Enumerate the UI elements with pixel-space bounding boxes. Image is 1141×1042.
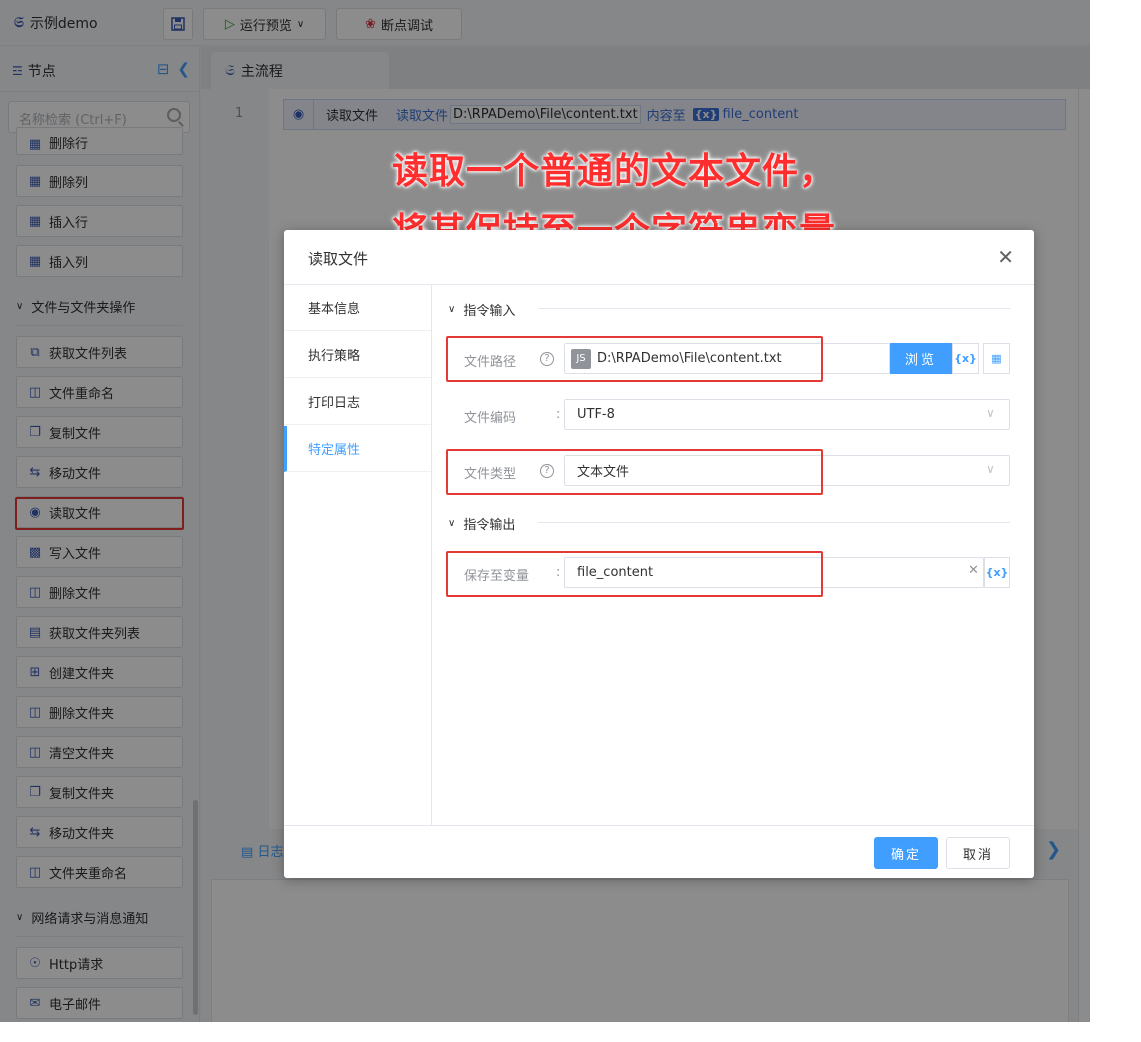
dialog-footer: 确定 取消 (284, 825, 1034, 878)
chevron-down-icon: ∨ (986, 406, 995, 420)
browse-button[interactable]: 浏览 (890, 343, 952, 374)
side-item-label: 基本信息 (308, 302, 361, 317)
section-input[interactable]: ∨ 指令输入 (448, 300, 515, 319)
annotation-line-1: 读取一个普通的文本文件， (392, 151, 837, 192)
encoding-value: UTF-8 (577, 407, 615, 422)
variable-insert-button[interactable]: {x} (952, 343, 979, 374)
building-icon[interactable]: ▦ (983, 343, 1010, 374)
chevron-down-icon: ∨ (986, 462, 995, 476)
side-item-exec-policy[interactable]: 执行策略 (284, 332, 431, 378)
colon-separator: : (556, 407, 561, 422)
side-item-label: 执行策略 (308, 349, 361, 364)
section-output[interactable]: ∨ 指令输出 (448, 514, 515, 533)
cancel-button[interactable]: 取消 (946, 837, 1010, 869)
section-title: 指令输入 (463, 304, 516, 319)
clear-icon[interactable]: ✕ (968, 563, 979, 578)
encoding-select[interactable]: UTF-8 (564, 399, 1010, 430)
annotation-box-file-type (446, 449, 823, 495)
side-item-print-log[interactable]: 打印日志 (284, 379, 431, 425)
dialog-title: 读取文件 (308, 250, 369, 268)
close-icon[interactable]: ✕ (997, 245, 1014, 269)
confirm-button[interactable]: 确定 (874, 837, 938, 869)
read-file-dialog: 读取文件 ✕ 基本信息 执行策略 打印日志 特定属性 ∨ 指令输入 文件路径 ?… (284, 230, 1034, 878)
chevron-down-icon: ∨ (448, 304, 456, 315)
dialog-header: 读取文件 ✕ (284, 230, 1034, 285)
annotation-box-save-variable (446, 551, 823, 597)
divider (538, 522, 1010, 523)
chevron-down-icon: ∨ (448, 518, 456, 529)
dialog-side-nav: 基本信息 执行策略 打印日志 特定属性 (284, 285, 432, 825)
encoding-label: 文件编码 (464, 411, 517, 426)
side-item-label: 特定属性 (308, 443, 361, 458)
side-item-specific-props[interactable]: 特定属性 (284, 426, 431, 472)
annotation-box-file-path (446, 336, 823, 382)
section-title: 指令输出 (463, 518, 516, 533)
side-item-label: 打印日志 (308, 396, 361, 411)
app-window: 𝔖 示例demo ▷ 运行预览 ∨ ❀ 断点调试 ☲ 节点 ⊟ ❮ 名称检索 (… (0, 0, 1090, 1022)
side-item-basic-info[interactable]: 基本信息 (284, 285, 431, 331)
divider (538, 308, 1010, 309)
variable-insert-button[interactable]: {x} (984, 557, 1010, 588)
